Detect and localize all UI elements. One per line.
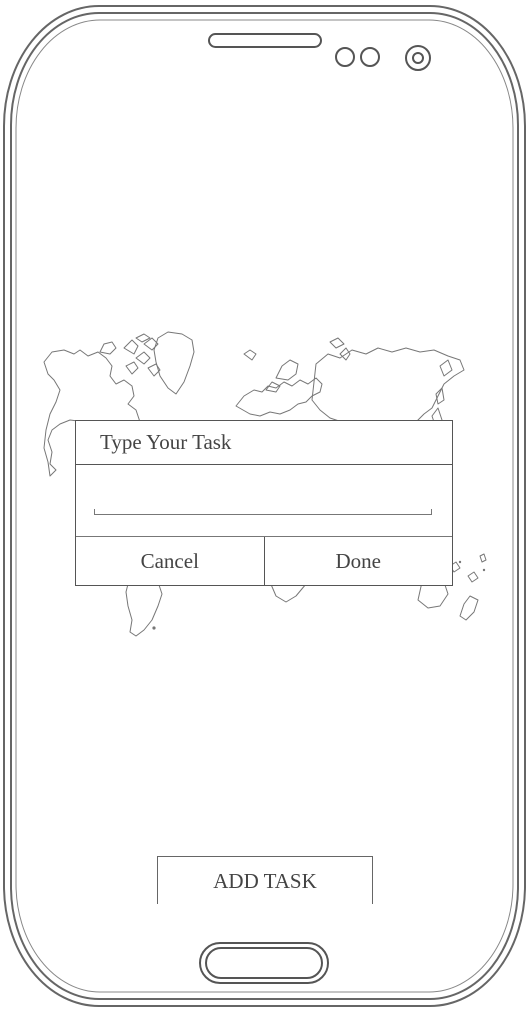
dialog-title: Type Your Task <box>76 421 452 465</box>
front-camera-icon <box>405 45 431 71</box>
proximity-sensor-icon <box>335 47 380 67</box>
home-button-icon[interactable] <box>199 942 329 984</box>
cancel-button[interactable]: Cancel <box>76 537 264 585</box>
done-button[interactable]: Done <box>263 537 453 585</box>
task-dialog: Type Your Task Cancel Done <box>75 420 453 586</box>
task-input-underline <box>94 509 432 515</box>
dialog-actions: Cancel Done <box>76 536 452 585</box>
earpiece-speaker-icon <box>208 33 322 48</box>
add-task-button[interactable]: ADD TASK <box>157 856 373 904</box>
